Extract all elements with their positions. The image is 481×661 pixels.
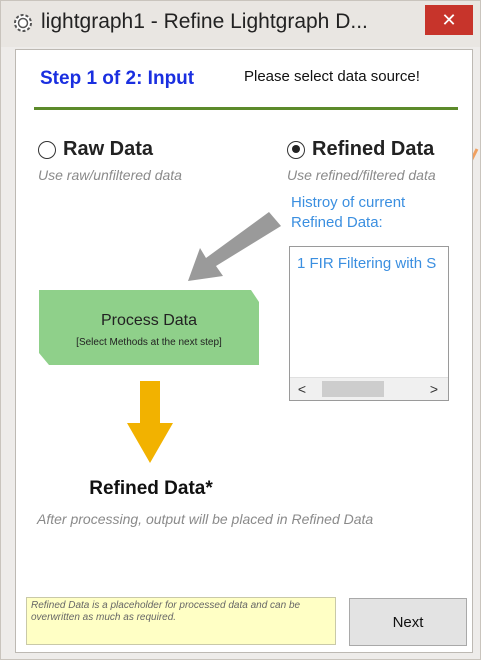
refined-data-option[interactable]: Refined Data Use refined/filtered data	[287, 138, 436, 183]
scroll-left-icon[interactable]: <	[292, 379, 312, 399]
output-description: After processing, output will be placed …	[37, 511, 374, 527]
window-title: lightgraph1 - Refine Lightgraph D...	[41, 10, 368, 33]
raw-data-label: Raw Data	[63, 138, 154, 160]
title-bar[interactable]: lightgraph1 - Refine Lightgraph D... ✕	[1, 1, 480, 47]
raw-data-description: Use raw/unfiltered data	[38, 167, 182, 183]
info-note: Refined Data is a placeholder for proces…	[26, 597, 336, 645]
close-icon: ✕	[441, 9, 457, 30]
refined-data-radio[interactable]	[287, 140, 305, 159]
process-data-box[interactable]: Process Data [Select Methods at the next…	[39, 290, 259, 365]
list-item[interactable]: 1 FIR Filtering with S	[297, 255, 436, 272]
process-title: Process Data	[100, 312, 198, 329]
output-title: Refined Data*	[89, 478, 213, 499]
divider	[34, 107, 458, 110]
scroll-thumb[interactable]	[322, 381, 384, 397]
history-label: Histroy of current Refined Data:	[291, 194, 406, 231]
gear-icon	[14, 14, 32, 32]
step-hint: Please select data source!	[244, 68, 420, 85]
scroll-right-icon[interactable]: >	[424, 379, 444, 399]
process-subtitle: [Select Methods at the next step]	[76, 337, 222, 348]
refined-data-label: Refined Data	[312, 138, 435, 160]
raw-data-option[interactable]: Raw Data Use raw/unfiltered data	[38, 138, 182, 183]
refined-data-radio-row[interactable]: Refined Data	[287, 138, 436, 161]
history-listbox[interactable]: 1 FIR Filtering with S < >	[289, 246, 449, 401]
raw-data-radio-row[interactable]: Raw Data	[38, 138, 182, 161]
dialog-window: lightgraph1 - Refine Lightgraph D... ✕ S…	[0, 0, 481, 660]
wizard-panel: Step 1 of 2: Input Please select data so…	[15, 49, 473, 653]
step-title: Step 1 of 2: Input	[40, 68, 195, 89]
next-button[interactable]: Next	[349, 598, 467, 646]
close-button[interactable]: ✕	[425, 5, 473, 35]
raw-data-radio[interactable]	[38, 140, 56, 159]
horizontal-scrollbar[interactable]: < >	[290, 377, 448, 400]
refined-data-description: Use refined/filtered data	[287, 167, 436, 183]
